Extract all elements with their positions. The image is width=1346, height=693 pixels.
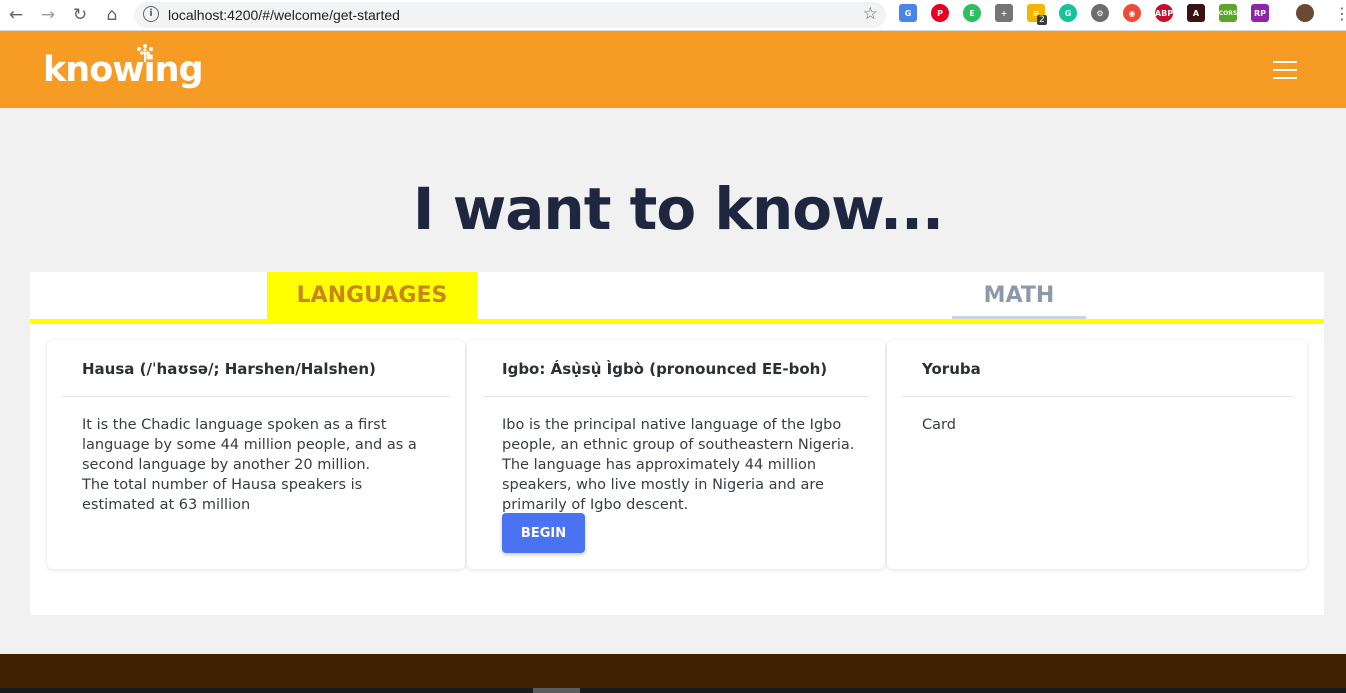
page-headline: I want to know...	[412, 175, 944, 243]
card-divider	[902, 396, 1292, 397]
card-divider	[62, 396, 450, 397]
pdf-extension-icon[interactable]: A	[1187, 4, 1205, 22]
tab-math[interactable]: MATH	[952, 272, 1086, 319]
screen-record-extension-icon[interactable]: ◉	[1123, 4, 1141, 22]
card-body: Card	[922, 415, 1277, 435]
browser-toolbar: ← → ↻ ⌂ i localhost:4200/#/welcome/get-s…	[0, 0, 1346, 31]
evernote-extension-icon[interactable]: E	[963, 4, 981, 22]
site-info-icon[interactable]: i	[143, 6, 159, 22]
card-body-line: It is the Chadic language spoken as a fi…	[82, 417, 417, 473]
scrollbar-thumb[interactable]	[533, 688, 580, 693]
card-yoruba: Yoruba Card	[887, 340, 1307, 569]
card-body-line: Ibo is the principal native language of …	[502, 417, 855, 513]
card-title: Hausa (/ˈhaʊsə/; Harshen/Halshen)	[82, 360, 376, 378]
card-body: It is the Chadic language spoken as a fi…	[82, 415, 437, 515]
browser-menu-icon[interactable]: ⋮	[1334, 4, 1346, 23]
card-hausa: Hausa (/ˈhaʊsə/; Harshen/Halshen) It is …	[47, 340, 465, 569]
card-title: Yoruba	[922, 360, 981, 378]
adblock-extension-icon[interactable]: ABP	[1155, 4, 1173, 22]
profile-avatar[interactable]	[1296, 4, 1314, 22]
address-bar[interactable]: i localhost:4200/#/welcome/get-started ☆	[134, 2, 886, 28]
tab-indicator-bar	[30, 319, 1324, 324]
card-title: Igbo: Ásụ̀sụ̀ Ìgbò (pronounced EE-boh)	[502, 360, 828, 378]
card-igbo: Igbo: Ásụ̀sụ̀ Ìgbò (pronounced EE-boh) I…	[467, 340, 885, 569]
settings-extension-icon[interactable]: ⚙	[1091, 4, 1109, 22]
reload-icon[interactable]: ↻	[69, 4, 91, 26]
forward-icon[interactable]: →	[37, 4, 59, 26]
notes-extension-badge: 2	[1037, 15, 1047, 25]
google-translate-extension-icon[interactable]: G	[899, 4, 917, 22]
home-icon[interactable]: ⌂	[101, 4, 123, 26]
begin-button[interactable]: BEGIN	[502, 513, 585, 553]
hamburger-menu-icon[interactable]	[1273, 61, 1297, 79]
back-icon[interactable]: ←	[5, 4, 27, 26]
knowing-logo[interactable]: knowing	[43, 50, 204, 90]
card-body-line: Card	[922, 417, 956, 433]
tab-languages[interactable]: LANGUAGES	[267, 272, 477, 319]
grammarly-extension-icon[interactable]: G	[1059, 4, 1077, 22]
card-body-line: The total number of Hausa speakers is es…	[82, 477, 363, 513]
cors-extension-icon[interactable]: CORS	[1219, 4, 1237, 22]
logo-tree-icon	[137, 44, 153, 62]
horizontal-scrollbar[interactable]	[0, 688, 1346, 693]
address-bar-url[interactable]: localhost:4200/#/welcome/get-started	[168, 7, 400, 23]
pinterest-extension-icon[interactable]: P	[931, 4, 949, 22]
rp-extension-icon[interactable]: RP	[1251, 4, 1269, 22]
card-body: Ibo is the principal native language of …	[502, 415, 857, 515]
bookmark-star-icon[interactable]: ☆	[863, 4, 878, 24]
card-divider	[482, 396, 870, 397]
comment-extension-icon[interactable]: +	[995, 4, 1013, 22]
